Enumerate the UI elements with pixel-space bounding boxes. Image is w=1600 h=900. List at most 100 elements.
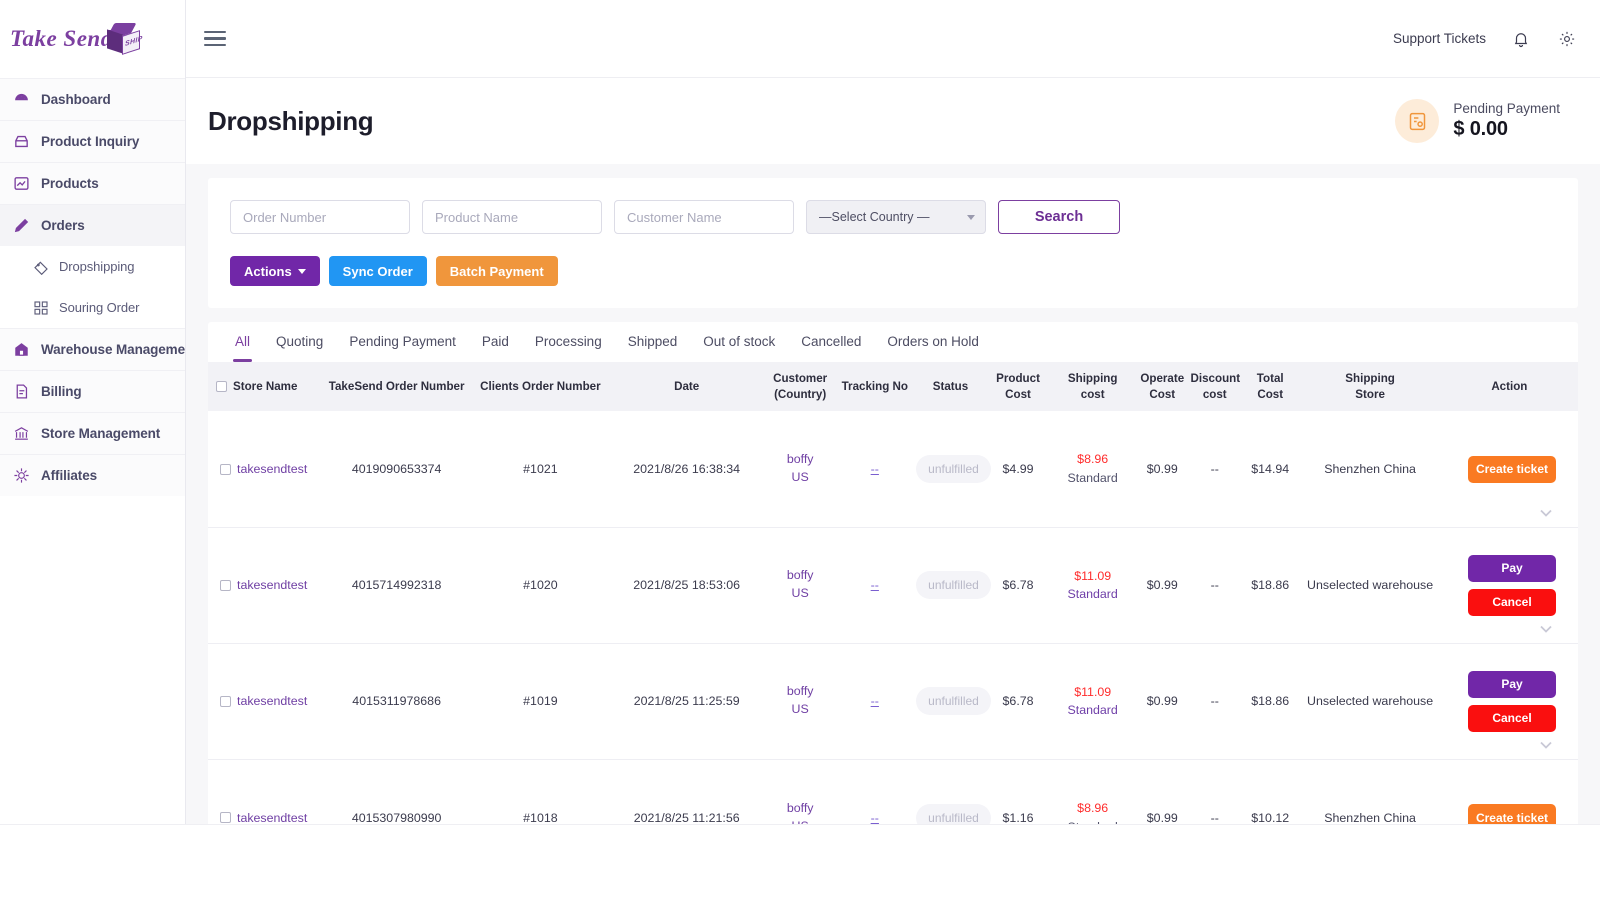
customer-name: boffy [786, 568, 814, 583]
tab-out-of-stock[interactable]: Out of stock [690, 322, 788, 362]
col-shipping-cost-line1: Shipping [1067, 372, 1118, 385]
orders-table-card: All Quoting Pending Payment Paid Process… [208, 322, 1578, 876]
sidebar-item-product-inquiry[interactable]: Product Inquiry [0, 120, 185, 162]
sidebar-item-affiliates[interactable]: Affiliates [0, 454, 185, 496]
store-name-value: takesendtest [237, 462, 308, 477]
expand-row-chevron-down-icon[interactable] [1540, 509, 1552, 517]
tab-orders-on-hold[interactable]: Orders on Hold [874, 322, 992, 362]
expand-row-chevron-down-icon[interactable] [1540, 741, 1552, 749]
col-action: Action [1440, 362, 1578, 412]
tab-paid[interactable]: Paid [469, 322, 522, 362]
col-clients-order-number: Clients Order Number [472, 362, 609, 412]
table-row[interactable]: takesendtest 4019090653374 #1021 2021/8/… [208, 411, 1578, 528]
takesend-order-number-link[interactable]: 4015714992318 [320, 527, 473, 644]
create-ticket-button[interactable]: Create ticket [1468, 455, 1556, 483]
country-select[interactable]: —Select Country — [806, 200, 986, 234]
sidebar-item-orders[interactable]: Orders [0, 204, 185, 246]
row-checkbox[interactable] [220, 579, 231, 591]
customer-value: boffy US [764, 527, 836, 644]
select-all-checkbox[interactable] [216, 381, 227, 393]
product-name-input[interactable] [422, 200, 602, 234]
customer-value: boffy US [764, 411, 836, 528]
col-shipping-store-line1: Shipping [1345, 372, 1395, 385]
tab-all[interactable]: All [222, 322, 263, 362]
tab-cancelled[interactable]: Cancelled [788, 322, 874, 362]
sidebar-item-dashboard[interactable]: Dashboard [0, 78, 185, 120]
customer-name: boffy [786, 684, 814, 699]
grid-icon [33, 300, 49, 316]
shipping-cost-value: $8.96 [1077, 452, 1109, 467]
tracking-no-link[interactable]: -- [871, 694, 879, 708]
tab-pending-payment[interactable]: Pending Payment [336, 322, 469, 362]
cell-store-name: takesendtest [208, 411, 321, 528]
sidebar-item-souring-order[interactable]: Souring Order [0, 287, 185, 328]
customer-name-input[interactable] [614, 200, 794, 234]
customer-country: US [791, 470, 809, 485]
row-checkbox[interactable] [220, 463, 231, 475]
col-store-name: Store Name [208, 362, 321, 412]
col-operate-cost-line1: Operate [1140, 372, 1185, 385]
tab-quoting[interactable]: Quoting [263, 322, 336, 362]
col-store-name-label: Store Name [233, 379, 298, 393]
sidebar-item-store-management[interactable]: Store Management [0, 412, 185, 454]
col-customer-line2: (Country) [774, 387, 827, 401]
cancel-button[interactable]: Cancel [1468, 588, 1556, 616]
cancel-button[interactable]: Cancel [1468, 704, 1556, 732]
products-icon [13, 175, 30, 192]
sync-order-button[interactable]: Sync Order [328, 256, 427, 286]
cell-store-name: takesendtest [208, 527, 321, 644]
affiliates-icon [13, 467, 30, 484]
customer-country: US [791, 586, 809, 601]
sidebar-item-label: Warehouse Management [41, 342, 186, 357]
search-button[interactable]: Search [998, 200, 1120, 234]
col-shipping-store: Shipping Store [1299, 362, 1441, 412]
status-cell: unfulfilled [914, 643, 991, 760]
shipping-store-value: Shenzhen China [1299, 411, 1441, 528]
order-number-input[interactable] [230, 200, 410, 234]
pay-button[interactable]: Pay [1468, 670, 1556, 698]
pay-button[interactable]: Pay [1468, 554, 1556, 582]
main-area: Support Tickets Dropshipping Pending Pay… [186, 0, 1600, 900]
table-row[interactable]: takesendtest 4015311978686 #1019 2021/8/… [208, 643, 1578, 760]
total-cost-value: $14.94 [1240, 411, 1300, 528]
takesend-order-number-link[interactable]: 4019090653374 [320, 411, 473, 528]
country-select-value: —Select Country — [819, 210, 930, 224]
tracking-no-link[interactable]: -- [871, 811, 879, 825]
col-date: Date [608, 362, 765, 412]
sidebar-item-dropshipping[interactable]: Dropshipping [0, 246, 185, 287]
sidebar-subitem-label: Souring Order [59, 300, 140, 315]
store-name-value: takesendtest [237, 578, 308, 593]
row-checkbox[interactable] [220, 812, 231, 824]
operate-cost-value: $0.99 [1136, 527, 1189, 644]
action-cell: Pay Cancel [1440, 527, 1578, 644]
expand-row-chevron-down-icon[interactable] [1540, 625, 1552, 633]
customer-country: US [791, 702, 809, 717]
store-name-value: takesendtest [237, 694, 308, 709]
tracking-no-link[interactable]: -- [871, 578, 879, 592]
tab-processing[interactable]: Processing [522, 322, 615, 362]
col-customer-line1: Customer [773, 372, 828, 385]
hamburger-icon[interactable] [202, 28, 228, 50]
sidebar-item-billing[interactable]: Billing [0, 370, 185, 412]
sidebar-item-products[interactable]: Products [0, 162, 185, 204]
tracking-no-link[interactable]: -- [871, 462, 879, 476]
batch-payment-button[interactable]: Batch Payment [435, 256, 558, 286]
support-tickets-link[interactable]: Support Tickets [1393, 31, 1486, 46]
status-cell: unfulfilled [914, 411, 991, 528]
row-checkbox[interactable] [220, 695, 231, 707]
date-value: 2021/8/26 16:38:34 [608, 411, 765, 528]
brand-logo[interactable]: Take Send SHIP [0, 0, 185, 78]
sidebar-item-warehouse-management[interactable]: Warehouse Management [0, 328, 185, 370]
takesend-order-number-link[interactable]: 4015311978686 [320, 643, 473, 760]
col-shipping-store-line2: Store [1355, 387, 1385, 401]
sidebar-item-label: Orders [41, 218, 85, 233]
gear-icon[interactable] [1556, 28, 1578, 50]
tab-shipped[interactable]: Shipped [615, 322, 691, 362]
actions-button[interactable]: Actions [230, 256, 320, 286]
table-row[interactable]: takesendtest 4015714992318 #1020 2021/8/… [208, 527, 1578, 644]
customer-name: boffy [786, 800, 814, 815]
date-value: 2021/8/25 11:25:59 [608, 643, 765, 760]
bell-icon[interactable] [1510, 28, 1532, 50]
col-shipping-cost: Shipping cost [1049, 362, 1137, 412]
pencil-icon [13, 217, 30, 234]
